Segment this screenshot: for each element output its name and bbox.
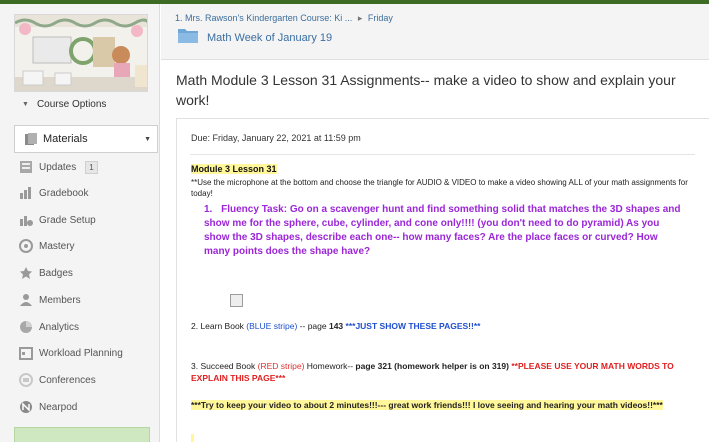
broken-image-icon [230, 294, 243, 307]
item2-prefix: 2. Learn Book [191, 321, 247, 331]
closing-note-text: ***Try to keep your video to about 2 min… [191, 400, 663, 410]
page-title: Math Module 3 Lesson 31 Assignments-- ma… [176, 72, 676, 108]
fluency-text: Fluency Task: Go on a scavenger hunt and… [204, 204, 681, 257]
fluency-task: 1. Fluency Task: Go on a scavenger hunt … [204, 203, 684, 259]
gradebook-icon [18, 186, 33, 201]
sidebar-item-label: Gradebook [39, 187, 89, 199]
divider [190, 154, 695, 155]
course-banner-image [14, 14, 148, 92]
sidebar-item-grade-setup[interactable]: Grade Setup [18, 210, 96, 230]
sidebar-item-workload-planning[interactable]: Workload Planning [18, 343, 123, 363]
succeed-book-item: 3. Succeed Book (RED stripe) Homework-- … [191, 360, 696, 384]
breadcrumb-friday-link[interactable]: Friday [368, 13, 393, 23]
lesson-heading: Module 3 Lesson 31 [191, 164, 277, 174]
item3-stripe: (RED stripe) [257, 361, 305, 371]
sidebar-item-gradebook[interactable]: Gradebook [18, 183, 88, 203]
sidebar-item-label: Badges [39, 267, 73, 279]
item3-page: page 321 [355, 361, 392, 371]
item2-stripe: (BLUE stripe) [246, 321, 298, 331]
updates-count-badge: 1 [85, 160, 98, 174]
sidebar-item-label: Analytics [39, 321, 80, 333]
materials-label: Materials [43, 133, 88, 145]
grade-setup-icon [18, 213, 33, 228]
sidebar-item-nearpod[interactable]: Nearpod [18, 397, 77, 417]
sidebar-item-label: Conferences [39, 374, 96, 386]
members-icon [18, 293, 33, 308]
workload-planning-icon [18, 346, 33, 361]
breadcrumb-course-link[interactable]: 1. Mrs. Rawson's Kindergarten Course: Ki… [175, 13, 352, 23]
course-options-toggle[interactable]: ▼ Course Options [22, 99, 106, 110]
sidebar-item-label: Grade Setup [39, 214, 96, 226]
sidebar-item-label: Workload Planning [39, 347, 123, 359]
updates-icon [18, 160, 33, 175]
sidebar-item-updates[interactable]: Updates 1 [18, 157, 98, 177]
folder-icon [177, 26, 199, 49]
due-date: Due: Friday, January 22, 2021 at 11:59 p… [191, 133, 361, 143]
item3-middle: Homework-- [304, 361, 356, 371]
badge-star-icon [18, 266, 33, 281]
sidebar-item-label: Updates [39, 161, 77, 173]
sidebar-item-analytics[interactable]: Analytics [18, 317, 79, 337]
lesson-heading-text: Module 3 Lesson 31 [191, 164, 277, 174]
instructions-text: **Use the microphone at the bottom and c… [191, 178, 688, 198]
sidebar-item-members[interactable]: Members [18, 290, 81, 310]
folder-title-row[interactable]: Math Week of January 19 [177, 26, 332, 49]
materials-icon [23, 132, 38, 147]
highlight-fragment [191, 434, 194, 442]
folder-title[interactable]: Math Week of January 19 [207, 32, 332, 44]
caret-down-icon: ▼ [22, 101, 29, 108]
item2-note: ***JUST SHOW THESE PAGES!!** [343, 321, 481, 331]
sidebar-item-mastery[interactable]: Mastery [18, 236, 75, 256]
nearpod-icon [18, 400, 33, 415]
item3-prefix: 3. Succeed Book [191, 361, 258, 371]
item2-middle: -- page [297, 321, 329, 331]
learn-book-item: 2. Learn Book (BLUE stripe) -- page 143 … [191, 321, 480, 331]
sidebar-item-badges[interactable]: Badges [18, 263, 73, 283]
conferences-icon [18, 373, 33, 388]
analytics-icon [18, 320, 33, 335]
fluency-number: 1. [204, 204, 213, 215]
page-header: 1. Mrs. Rawson's Kindergarten Course: Ki… [161, 4, 709, 60]
sidebar-item-materials[interactable]: Materials ▼ [14, 125, 158, 153]
breadcrumb: 1. Mrs. Rawson's Kindergarten Course: Ki… [175, 13, 393, 24]
mastery-icon [18, 239, 33, 254]
item2-page: 143 [328, 321, 344, 331]
item3-helper: (homework helper is on 319) [391, 361, 512, 371]
closing-note: ***Try to keep your video to about 2 min… [191, 399, 696, 411]
sidebar-item-label: Nearpod [39, 401, 78, 413]
sidebar-item-conferences[interactable]: Conferences [18, 370, 96, 390]
chevron-down-icon[interactable]: ▼ [144, 136, 151, 143]
breadcrumb-separator: ▸ [357, 13, 363, 23]
sidebar-item-label: Mastery [39, 240, 75, 252]
sidebar-item-label: Members [39, 294, 81, 306]
course-options-label: Course Options [36, 99, 107, 110]
sidebar-bottom-panel [14, 427, 150, 442]
